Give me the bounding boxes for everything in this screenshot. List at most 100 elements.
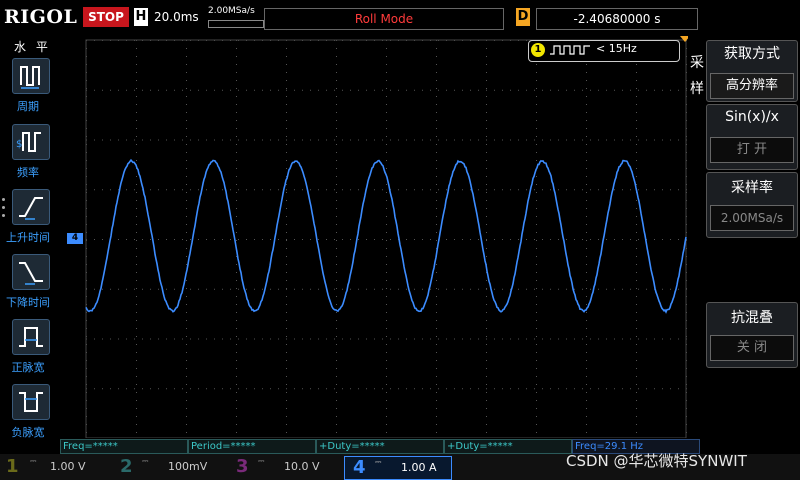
grid-dot xyxy=(142,289,143,290)
channel-3-tab[interactable]: 3 ⎓ 10.0 V xyxy=(226,456,338,478)
grid-dot xyxy=(294,239,295,240)
grid-dot xyxy=(536,360,537,361)
measurement-period[interactable]: Period=***** xyxy=(188,439,316,454)
grid-dot xyxy=(478,388,479,389)
grid-dot xyxy=(102,189,103,190)
grid-dot xyxy=(614,239,615,240)
grid-dot xyxy=(582,388,583,389)
anti-alias-softkey[interactable]: 抗混叠 关 闭 xyxy=(706,302,798,368)
grid-dot xyxy=(470,388,471,389)
grid-dot xyxy=(494,339,495,340)
measurement-freq[interactable]: Freq=***** xyxy=(60,439,188,454)
grid-dot xyxy=(94,239,95,240)
delay-value[interactable]: -2.40680000 s xyxy=(536,8,698,30)
acquire-mode-softkey[interactable]: 获取方式 高分辨率 xyxy=(706,40,798,102)
waveform-display[interactable] xyxy=(60,36,688,438)
grid-dot xyxy=(236,288,237,289)
grid-dot xyxy=(118,388,119,389)
grid-dot xyxy=(614,90,615,91)
anti-alias-value: 关 闭 xyxy=(710,335,794,361)
grid-dot xyxy=(436,240,437,241)
memory-position-track xyxy=(208,20,264,28)
grid-dot xyxy=(286,189,287,190)
grid-dot xyxy=(386,264,387,265)
grid-dot xyxy=(186,264,187,265)
grid-dot xyxy=(386,272,387,273)
grid-dot xyxy=(436,80,437,81)
right-menu-title: 采样 xyxy=(689,50,705,102)
grid-dot xyxy=(486,120,487,121)
grid-dot xyxy=(536,64,537,65)
grid-dot xyxy=(136,328,137,329)
rise-time-button[interactable] xyxy=(12,189,50,225)
grid-dot xyxy=(342,239,343,240)
grid-dot xyxy=(382,289,383,290)
frequency-button[interactable]: $ xyxy=(12,124,50,160)
grid-dot xyxy=(558,289,559,290)
grid-dot xyxy=(336,240,337,241)
grid-dot xyxy=(186,96,187,97)
grid-dot xyxy=(536,352,537,353)
delay-tag: D xyxy=(516,8,530,26)
measurement-duty-2[interactable]: +Duty=***** xyxy=(444,439,572,454)
sinx-softkey[interactable]: Sin(x)/x 打 开 xyxy=(706,104,798,170)
grid-dot xyxy=(374,189,375,190)
grid-dot xyxy=(110,289,111,290)
grid-dot xyxy=(536,272,537,273)
grid-dot xyxy=(670,239,671,240)
grid-dot xyxy=(518,90,519,91)
grid-dot xyxy=(606,189,607,190)
grid-dot xyxy=(670,289,671,290)
channel-4-tab[interactable]: 4 ⎓ 1.00 A xyxy=(344,456,452,480)
grid-dot xyxy=(182,388,183,389)
grid-dot xyxy=(542,239,543,240)
grid-dot xyxy=(286,56,287,57)
grid-dot xyxy=(236,280,237,281)
grid-dot xyxy=(136,400,137,401)
grid-dot xyxy=(636,64,637,65)
grid-dot xyxy=(286,336,287,337)
grid-dot xyxy=(136,144,137,145)
grid-dot xyxy=(286,200,287,201)
grid-dot xyxy=(436,144,437,145)
grid-dot xyxy=(326,189,327,190)
grid-dot xyxy=(534,140,535,141)
grid-dot xyxy=(386,216,387,217)
grid-dot xyxy=(586,152,587,153)
run-stop-indicator[interactable]: STOP xyxy=(83,7,129,27)
grid-dot xyxy=(186,144,187,145)
grid-dot xyxy=(158,388,159,389)
channel-1-tab[interactable]: 1 ⎓ 1.00 V xyxy=(0,456,112,478)
fall-time-button[interactable] xyxy=(12,254,50,290)
grid-dot xyxy=(636,208,637,209)
channel-2-tab[interactable]: 2 ⎓ 100mV xyxy=(112,456,224,478)
grid-dot xyxy=(386,392,387,393)
grid-dot xyxy=(406,140,407,141)
grid-dot xyxy=(622,388,623,389)
grid-dot xyxy=(526,388,527,389)
grid-dot xyxy=(102,289,103,290)
grid-dot xyxy=(94,339,95,340)
grid-dot xyxy=(136,368,137,369)
grid-dot xyxy=(518,189,519,190)
negative-width-button[interactable] xyxy=(12,384,50,420)
grid-dot xyxy=(186,392,187,393)
sample-rate-softkey[interactable]: 采样率 2.00MSa/s xyxy=(706,172,798,238)
period-button[interactable] xyxy=(12,58,50,94)
channel4-offset-marker[interactable]: 4 xyxy=(67,233,83,244)
grid-dot xyxy=(670,140,671,141)
grid-dot xyxy=(134,140,135,141)
grid-dot xyxy=(302,90,303,91)
positive-width-button[interactable] xyxy=(12,319,50,355)
grid-dot xyxy=(636,240,637,241)
grid-dot xyxy=(436,208,437,209)
timebase-value[interactable]: 20.0ms xyxy=(154,8,199,26)
grid-dot xyxy=(486,408,487,409)
sinx-title: Sin(x)/x xyxy=(707,109,797,125)
grid-dot xyxy=(230,289,231,290)
grid-dot xyxy=(386,360,387,361)
grid-dot xyxy=(286,384,287,385)
grid-dot xyxy=(622,239,623,240)
grid-dot xyxy=(374,90,375,91)
grid-dot xyxy=(246,239,247,240)
